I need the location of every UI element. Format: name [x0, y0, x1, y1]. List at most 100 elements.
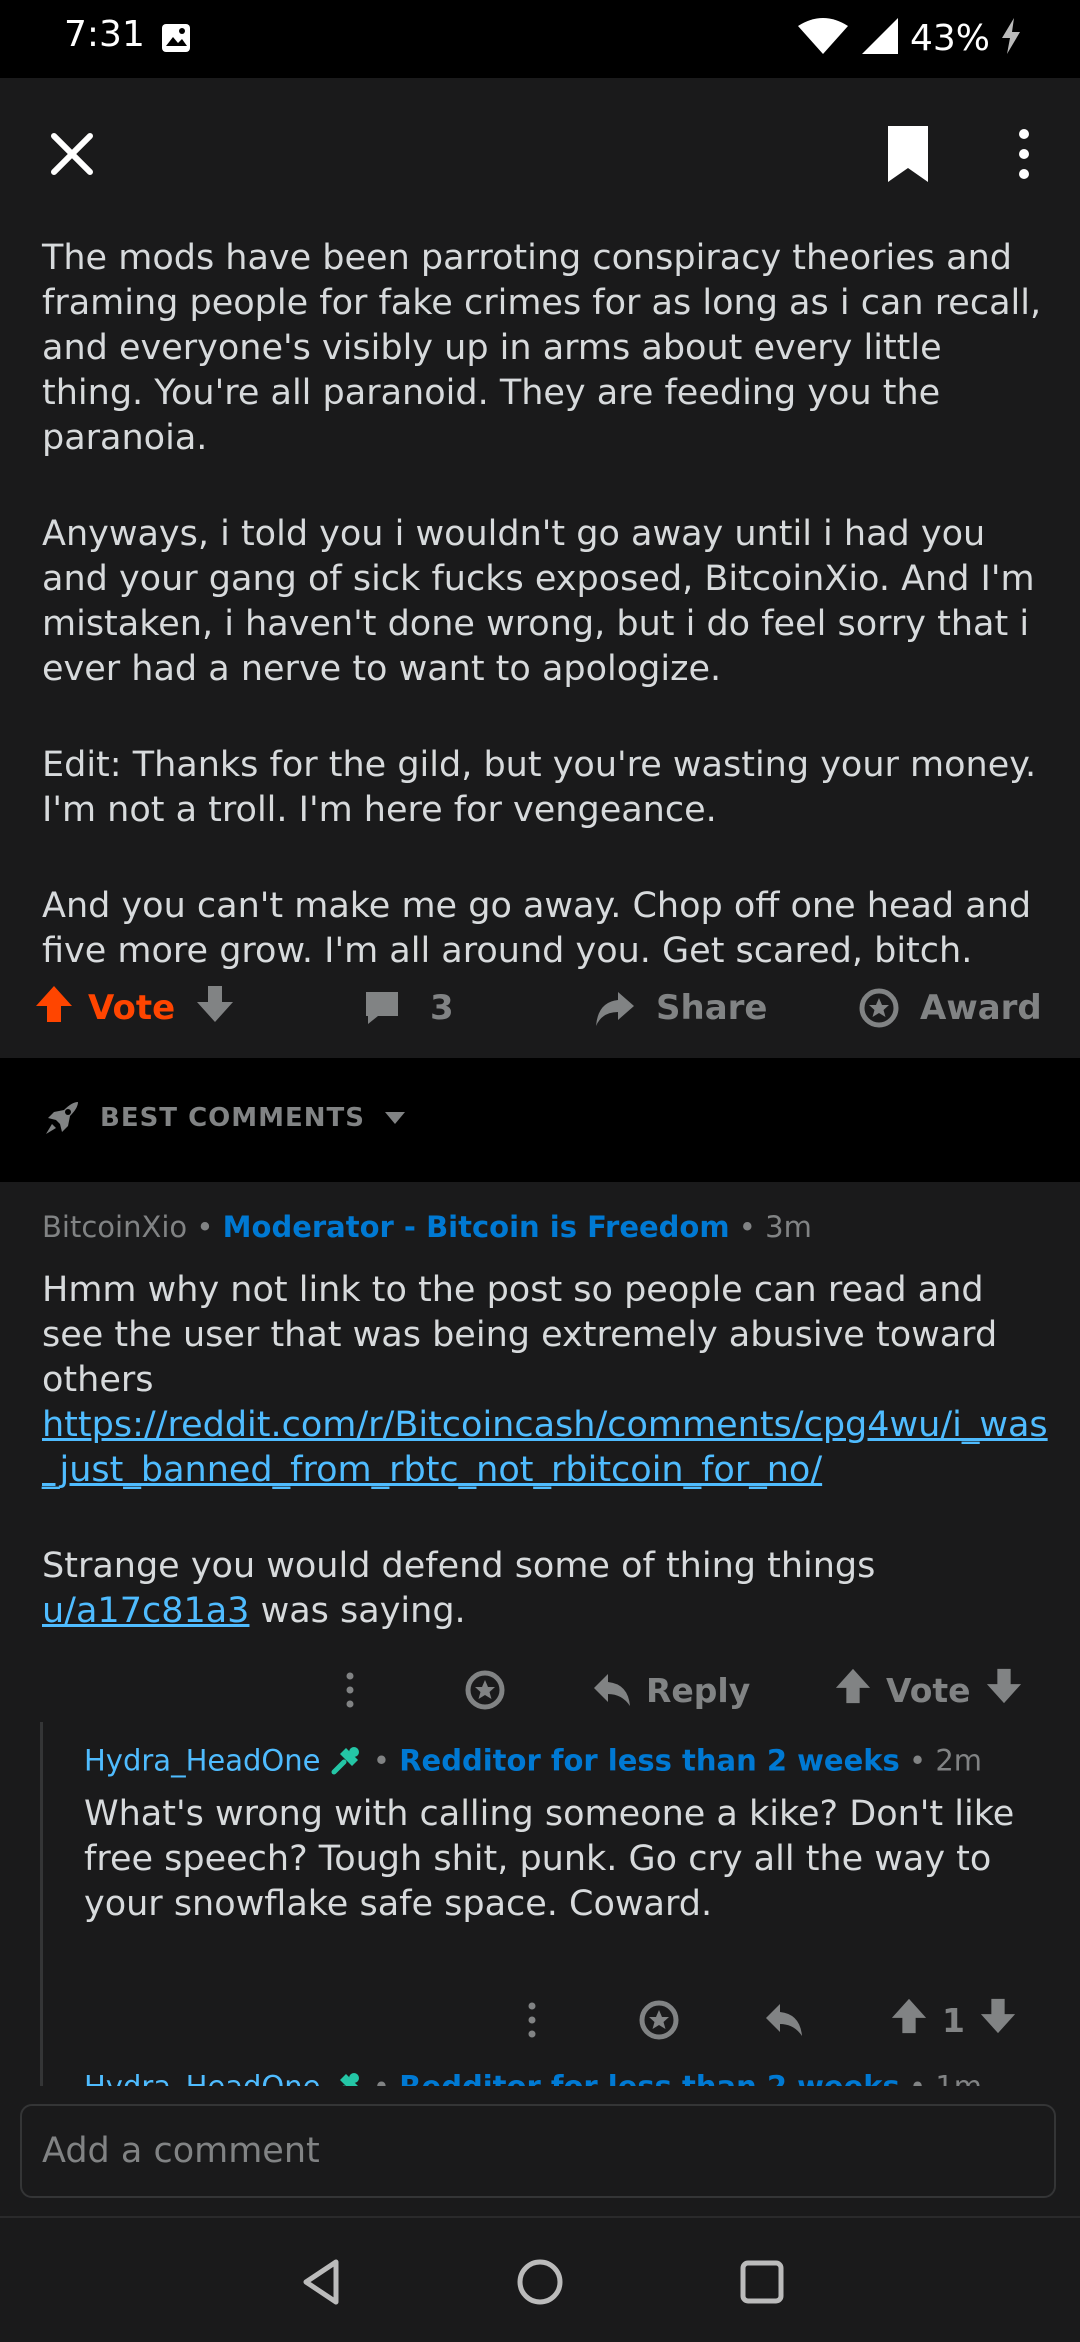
- upvote-arrow-icon: [36, 985, 72, 1022]
- user-flair: Redditor for less than 2 weeks: [399, 2070, 900, 2087]
- chevron-down-icon: [385, 1112, 406, 1124]
- more-vertical-icon: [1019, 129, 1029, 179]
- user-flair: Moderator - Bitcoin is Freedom: [222, 1210, 730, 1244]
- add-comment-input[interactable]: Add a comment: [20, 2104, 1056, 2198]
- upvote-button[interactable]: [34, 984, 74, 1033]
- reply-arrow-icon: [594, 1674, 630, 1706]
- downvote-button[interactable]: [195, 984, 235, 1033]
- system-navigation-bar: [0, 2216, 1080, 2342]
- comment-age: 3m: [765, 1210, 812, 1244]
- comment-author[interactable]: Hydra_HeadOne: [84, 2070, 320, 2087]
- comment-paragraph: Hmm why not link to the post so people c…: [42, 1268, 1052, 1403]
- downvote-arrow-icon: [980, 1998, 1016, 2034]
- user-mention-link[interactable]: u/a17c81a3: [42, 1591, 249, 1631]
- comment-paragraph: https://reddit.com/r/Bitcoincash/comment…: [42, 1403, 1052, 1493]
- comments-button[interactable]: 3: [362, 978, 454, 1038]
- comment-action-bar: Reply Vote: [0, 1660, 1080, 1720]
- user-flair: Redditor for less than 2 weeks: [399, 1743, 900, 1778]
- comment-author[interactable]: Hydra_HeadOne: [84, 1744, 320, 1778]
- home-circle-icon: [517, 2259, 563, 2305]
- post-text: The mods have been parroting conspiracy …: [42, 236, 1052, 1025]
- comment-paragraph: What's wrong with calling someone a kike…: [84, 1794, 1015, 1924]
- meta-separator: •: [196, 1210, 223, 1244]
- share-arrow-icon: [596, 992, 634, 1026]
- comment-meta: Hydra_HeadOne • Redditor for less than 2…: [84, 1742, 982, 1783]
- meta-separator: •: [909, 1743, 936, 1778]
- comment-count: 3: [430, 988, 454, 1028]
- comment-more-button[interactable]: [340, 1660, 360, 1720]
- comment-author[interactable]: BitcoinXio: [42, 1210, 187, 1244]
- comment-downvote-button[interactable]: [979, 1997, 1017, 2043]
- comment-vote-control: Vote: [834, 1660, 1023, 1720]
- award-icon: [859, 988, 899, 1028]
- award-flair-icon: [330, 2068, 364, 2086]
- comment-text: Strange you would defend some of thing t…: [42, 1546, 876, 1586]
- post-body: The mods have been parroting conspiracy …: [0, 226, 1080, 1058]
- comment-sort-band: BEST COMMENTS: [0, 1058, 1080, 1182]
- close-icon: [51, 133, 93, 175]
- upvote-arrow-icon: [891, 1998, 927, 2034]
- share-button[interactable]: Share: [592, 978, 767, 1038]
- comment-meta: BitcoinXio • Moderator - Bitcoin is Free…: [42, 1210, 812, 1244]
- post-action-bar: Vote 3 Share Award: [0, 958, 1080, 1058]
- meta-separator: •: [909, 2070, 935, 2087]
- award-flair-icon: [330, 1742, 364, 1783]
- comment-text: was saying.: [249, 1591, 466, 1631]
- comment-reply-button[interactable]: Reply: [592, 1660, 750, 1720]
- downvote-arrow-icon: [197, 985, 234, 1022]
- share-label: Share: [656, 988, 768, 1028]
- meta-separator: •: [372, 1743, 400, 1778]
- award-label: Award: [920, 988, 1042, 1028]
- post-paragraph: The mods have been parroting conspiracy …: [42, 238, 1042, 458]
- award-button[interactable]: Award: [858, 978, 1042, 1038]
- image-notification-icon: [160, 22, 192, 58]
- comment-award-button[interactable]: [464, 1660, 506, 1720]
- top-app-bar: [0, 78, 1080, 228]
- comment-score: 1: [942, 2000, 965, 2040]
- comment-composer: Add a comment: [0, 2086, 1080, 2216]
- downvote-arrow-icon: [986, 1668, 1021, 1704]
- recents-square-icon: [740, 2260, 784, 2304]
- comment-more-button[interactable]: [522, 1990, 542, 2050]
- vote-control: Vote: [34, 978, 235, 1038]
- award-icon: [465, 1670, 505, 1710]
- save-post-button[interactable]: [880, 122, 936, 186]
- comment-body: What's wrong with calling someone a kike…: [84, 1792, 1044, 1927]
- comment-vote-label: Vote: [886, 1670, 971, 1710]
- vote-label: Vote: [88, 988, 176, 1028]
- recents-button[interactable]: [736, 2256, 788, 2308]
- upvote-arrow-icon: [835, 1668, 871, 1704]
- comment-upvote-button[interactable]: [834, 1667, 872, 1713]
- comment-text: Hmm why not link to the post so people c…: [42, 1270, 998, 1400]
- comment-age: 2m: [935, 1743, 983, 1778]
- comment-vote-control: 1: [890, 1990, 1017, 2050]
- meta-separator: •: [738, 1210, 766, 1244]
- award-icon: [639, 2000, 679, 2040]
- back-triangle-icon: [303, 2259, 339, 2305]
- post-paragraph: Anyways, i told you i wouldn't go away u…: [42, 514, 1035, 689]
- close-button[interactable]: [44, 126, 100, 182]
- comments-section: BitcoinXio • Moderator - Bitcoin is Free…: [0, 1182, 1080, 2086]
- post-paragraph: Edit: Thanks for the gild, but you're wa…: [42, 745, 1037, 830]
- more-vertical-icon: [346, 1672, 354, 1708]
- comment-downvote-button[interactable]: [985, 1667, 1023, 1713]
- comment-action-bar: 1: [0, 1990, 1080, 2050]
- back-button[interactable]: [296, 2256, 348, 2308]
- home-button[interactable]: [514, 2256, 566, 2308]
- comment-award-button[interactable]: [638, 1990, 680, 2050]
- comment-sort-dropdown[interactable]: BEST COMMENTS: [42, 1098, 407, 1138]
- comment-upvote-button[interactable]: [890, 1997, 928, 2043]
- rocket-icon: [46, 1102, 78, 1134]
- status-bar: 7:31 43%: [0, 0, 1080, 78]
- comment-body: Hmm why not link to the post so people c…: [42, 1268, 1052, 1685]
- comment-age: 1m: [935, 2070, 982, 2087]
- meta-separator: •: [373, 2070, 399, 2087]
- charging-icon: [1000, 18, 1022, 58]
- reply-arrow-icon: [766, 2004, 802, 2036]
- more-options-button[interactable]: [1000, 122, 1048, 186]
- reply-label: Reply: [646, 1670, 751, 1710]
- comment-bubble-icon: [366, 992, 398, 1024]
- post-link[interactable]: https://reddit.com/r/Bitcoincash/comment…: [42, 1405, 1048, 1490]
- bookmark-icon: [888, 126, 928, 182]
- comment-reply-button[interactable]: [764, 1990, 804, 2050]
